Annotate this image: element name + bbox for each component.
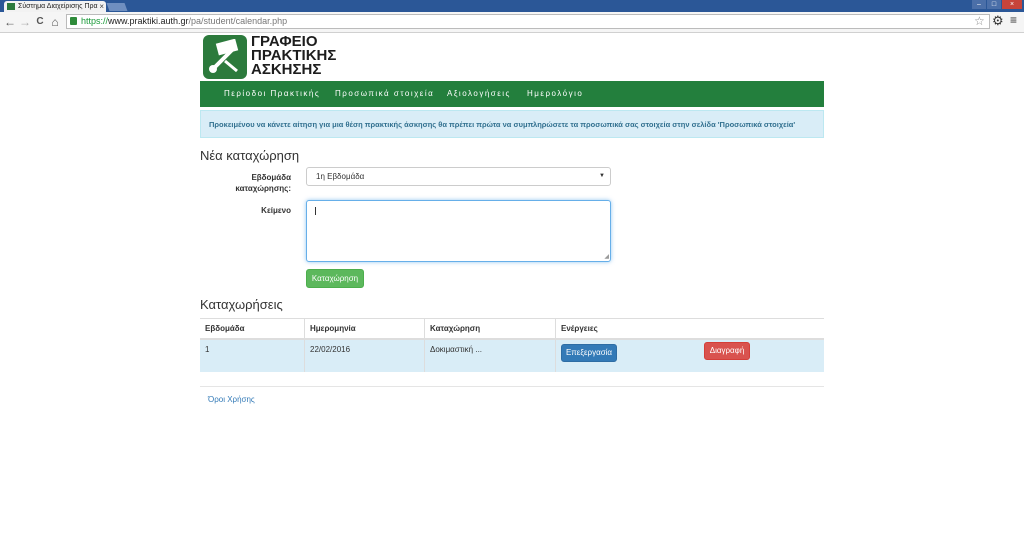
- week-field-label: Εβδομάδα καταχώρησης:: [230, 172, 291, 194]
- terms-of-use-link[interactable]: Όροι Χρήσης: [208, 395, 255, 404]
- new-tab-button[interactable]: [106, 3, 128, 11]
- cell-week: 1: [200, 339, 305, 372]
- edit-entry-button[interactable]: Επεξεργασία: [561, 344, 617, 362]
- minimize-icon[interactable]: –: [972, 0, 986, 9]
- site-favicon-icon: [7, 3, 15, 10]
- column-header-week: Εβδομάδα: [200, 318, 305, 340]
- main-navbar: Περίοδοι Πρακτικής Προσωπικά στοιχεία Αξ…: [200, 81, 824, 107]
- column-header-entry: Καταχώρηση: [424, 318, 556, 340]
- footer-divider: [200, 386, 824, 387]
- text-cursor: [315, 207, 316, 215]
- week-label-line-2: καταχώρησης:: [235, 184, 291, 193]
- resize-grip-icon[interactable]: ◢: [604, 253, 609, 260]
- logo-mark-icon: [203, 35, 247, 79]
- window-controls: – □ ×: [972, 0, 1022, 12]
- column-header-date: Ημερομηνία: [304, 318, 425, 340]
- week-label-line-1: Εβδομάδα: [251, 173, 291, 182]
- info-alert: Προκειμένου να κάνετε αίτηση για μια θέσ…: [200, 110, 824, 138]
- cell-entry: Δοκιμαστική ...: [424, 339, 556, 372]
- form-title: Νέα καταχώρηση: [200, 148, 300, 163]
- nav-item-evaluations[interactable]: Αξιολογήσεις: [447, 81, 511, 107]
- tab-title: Σύστημα Διαχείρισης Πρα: [18, 3, 98, 10]
- browser-toolbar: ← → C ⌂ https://www.praktiki.auth.gr/pa/…: [0, 12, 1024, 33]
- cell-date: 22/02/2016: [304, 339, 425, 372]
- text-field-label: Κείμενο: [261, 206, 291, 215]
- home-icon[interactable]: ⌂: [48, 15, 62, 29]
- address-bar[interactable]: https://www.praktiki.auth.gr/pa/student/…: [66, 14, 990, 29]
- lock-icon: [70, 17, 77, 25]
- submit-entry-button[interactable]: Καταχώρηση: [306, 269, 364, 288]
- reload-icon[interactable]: C: [33, 15, 47, 29]
- nav-item-internship-periods[interactable]: Περίοδοι Πρακτικής: [224, 81, 320, 107]
- entry-text-textarea[interactable]: ◢: [306, 200, 611, 262]
- nav-item-personal-info[interactable]: Προσωπικά στοιχεία: [335, 81, 434, 107]
- logo-text: ΓΡΑΦΕΙΟ ΠΡΑΚΤΙΚΗΣ ΑΣΚΗΣΗΣ: [251, 34, 371, 78]
- select-caret-icon: ▼: [599, 173, 605, 179]
- cell-actions: Επεξεργασία: [555, 339, 824, 372]
- column-header-actions: Ενέργειες: [555, 318, 824, 340]
- url-host: www.praktiki.auth.gr: [108, 16, 189, 26]
- week-select[interactable]: 1η Εβδομάδα ▼: [306, 167, 611, 186]
- logo-line-3: ΑΣΚΗΣΗΣ: [251, 61, 322, 78]
- browser-menu-icon[interactable]: ≡: [1010, 13, 1017, 27]
- back-icon[interactable]: ←: [3, 15, 17, 29]
- table-header-row: Εβδομάδα Ημερομηνία Καταχώρηση Ενέργειες: [200, 318, 824, 340]
- bookmark-star-icon[interactable]: ☆: [974, 14, 985, 28]
- url-scheme: https://: [81, 16, 109, 26]
- entries-title: Καταχωρήσεις: [200, 297, 283, 312]
- close-window-icon[interactable]: ×: [1002, 0, 1022, 9]
- tab-close-icon[interactable]: ×: [99, 1, 104, 12]
- maximize-icon[interactable]: □: [987, 0, 1001, 9]
- window-titlebar: Σύστημα Διαχείρισης Πρα × – □ ×: [0, 0, 1024, 12]
- forward-icon[interactable]: →: [18, 15, 32, 29]
- settings-gear-icon[interactable]: ⚙: [992, 13, 1004, 29]
- url-path: /pa/student/calendar.php: [188, 16, 288, 26]
- browser-tab[interactable]: Σύστημα Διαχείρισης Πρα ×: [4, 1, 106, 12]
- week-select-value: 1η Εβδομάδα: [316, 172, 365, 181]
- nav-item-calendar[interactable]: Ημερολόγιο: [527, 81, 583, 107]
- delete-entry-button[interactable]: Διαγραφή: [704, 342, 750, 360]
